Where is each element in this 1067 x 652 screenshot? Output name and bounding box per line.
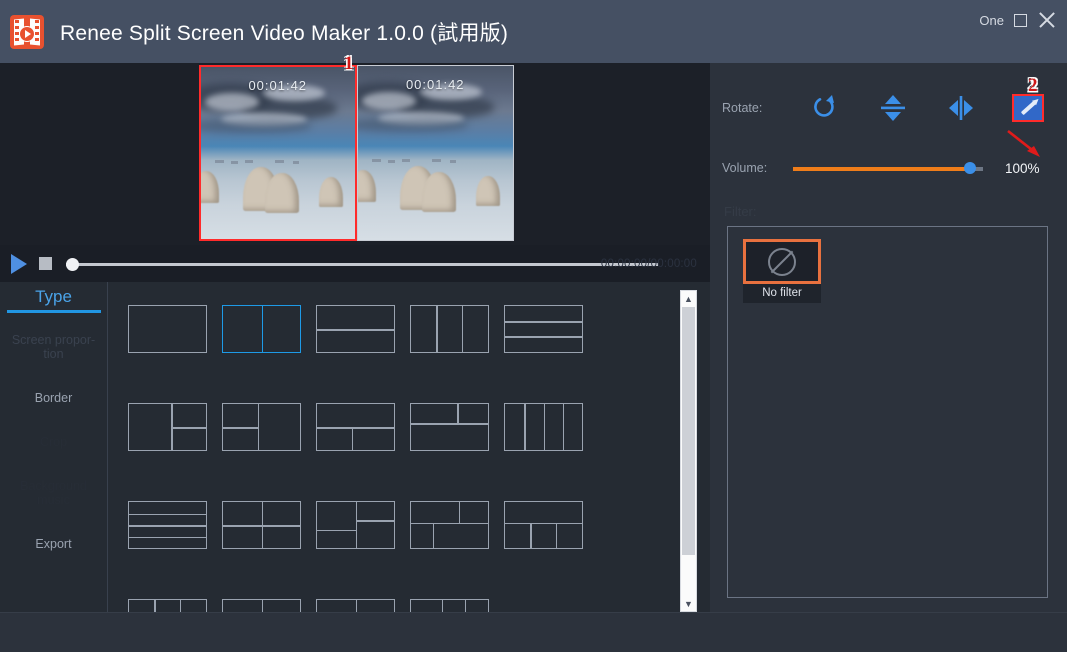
flip-vertical-icon[interactable] [876,91,910,125]
template-two-columns[interactable] [222,305,301,353]
transport-bar: 00:00:00/00:00:00 [0,245,710,282]
preview-pane-left[interactable]: 00:01:42 [199,65,357,241]
tab-active-underline [6,310,101,313]
volume-fill [793,167,970,171]
timestamp-right: 00:01:42 [405,77,465,92]
template-two-rows[interactable] [316,305,395,353]
template-grid-panel [108,282,675,612]
volume-value: 100% [1005,160,1040,176]
template-offset-quad[interactable] [316,501,395,549]
filter-caption: No filter [743,284,821,303]
prohibition-icon [768,247,796,276]
callout-badge-2: 2 [1028,75,1038,96]
status-bar [0,612,1067,652]
template-top-two-bottom-full[interactable] [410,403,489,451]
template-three-rows[interactable] [504,305,583,353]
rotate-row: Rotate: [722,88,1062,128]
preview-stage: 00:01:42 00:01:42 1 [199,53,514,241]
chevron-down-icon[interactable]: ▼ [681,596,696,611]
tab-border[interactable]: Border [0,385,107,411]
template-right-big-left-two-rows[interactable] [222,403,301,451]
tab-screen-proportion-line1: Screen propor- [11,333,96,347]
template-three-columns[interactable] [410,305,489,353]
play-icon[interactable] [11,253,27,274]
close-icon[interactable] [1037,10,1057,30]
seek-track[interactable] [66,262,658,266]
filter-list: No filter [727,226,1048,598]
stop-icon[interactable] [39,257,52,270]
template-row [128,599,675,612]
scrollbar-thumb[interactable] [682,307,695,555]
filter-item-no-filter[interactable]: No filter [743,239,821,303]
template-row [128,305,675,353]
film-play-icon [10,14,44,49]
preview-pane-right[interactable]: 00:01:42 [356,65,514,241]
template-four-rows[interactable] [128,501,207,549]
timestamp-left: 00:01:42 [248,78,308,93]
tab-export[interactable]: Export [0,531,107,557]
template-row4-a[interactable] [128,599,207,612]
window-controls: One [979,10,1057,30]
tab-type[interactable]: Type [0,282,107,310]
filter-thumbnail[interactable] [743,239,821,284]
preview-area: 00:01:42 00:01:42 1 [0,53,710,245]
chevron-up-icon[interactable]: ▲ [681,291,696,306]
one-label: One [979,12,1004,28]
time-display: 00:00:00/00:00:00 [600,257,697,270]
tab-crop[interactable]: Crop [0,429,107,455]
application-window: Renee Split Screen Video Maker 1.0.0 (試用… [0,0,1067,652]
maximize-icon[interactable] [1014,13,1027,27]
template-top-full-bottom-three[interactable] [504,501,583,549]
tab-background-music[interactable]: Background music [0,473,107,513]
volume-row: Volume: 100% [722,155,1062,181]
template-row [128,403,675,451]
rotate-label: Rotate: [722,101,763,115]
template-left-big-right-two-rows[interactable] [128,403,207,451]
template-four-columns[interactable] [504,403,583,451]
volume-slider[interactable] [793,161,983,175]
seek-bar[interactable]: 00:00:00/00:00:00 [66,257,704,271]
seek-thumb[interactable] [66,257,79,271]
template-single[interactable] [128,305,207,353]
template-row4-c[interactable] [316,599,395,612]
tab-screen-proportion-line2: tion [43,347,64,361]
template-quad-grid[interactable] [222,501,301,549]
volume-label: Volume: [722,161,768,175]
title-bar: Renee Split Screen Video Maker 1.0.0 (試用… [0,0,1067,63]
rotate-clockwise-icon[interactable] [808,91,842,125]
template-row4-d[interactable] [410,599,489,612]
template-row [128,501,675,549]
flip-horizontal-icon[interactable] [944,91,978,125]
volume-thumb[interactable] [964,162,976,174]
filter-label: Filter: [724,204,757,219]
template-row4-b[interactable] [222,599,301,612]
callout-badge-1: 1 [344,53,354,74]
edit-pencil-icon[interactable] [1012,94,1044,122]
right-panel: Rotate: 2 Volume: 100% Filter: No filter [710,63,1067,612]
template-top-two-uneven-bottom-two[interactable] [410,501,489,549]
tab-rail: Type Screen propor- tion Border Crop Bac… [0,282,108,612]
template-top-full-bottom-two[interactable] [316,403,395,451]
tab-screen-proportion[interactable]: Screen propor- tion [0,327,107,367]
app-title: Renee Split Screen Video Maker 1.0.0 (試用… [60,21,509,45]
template-scrollbar[interactable]: ▲ ▼ [680,290,697,612]
